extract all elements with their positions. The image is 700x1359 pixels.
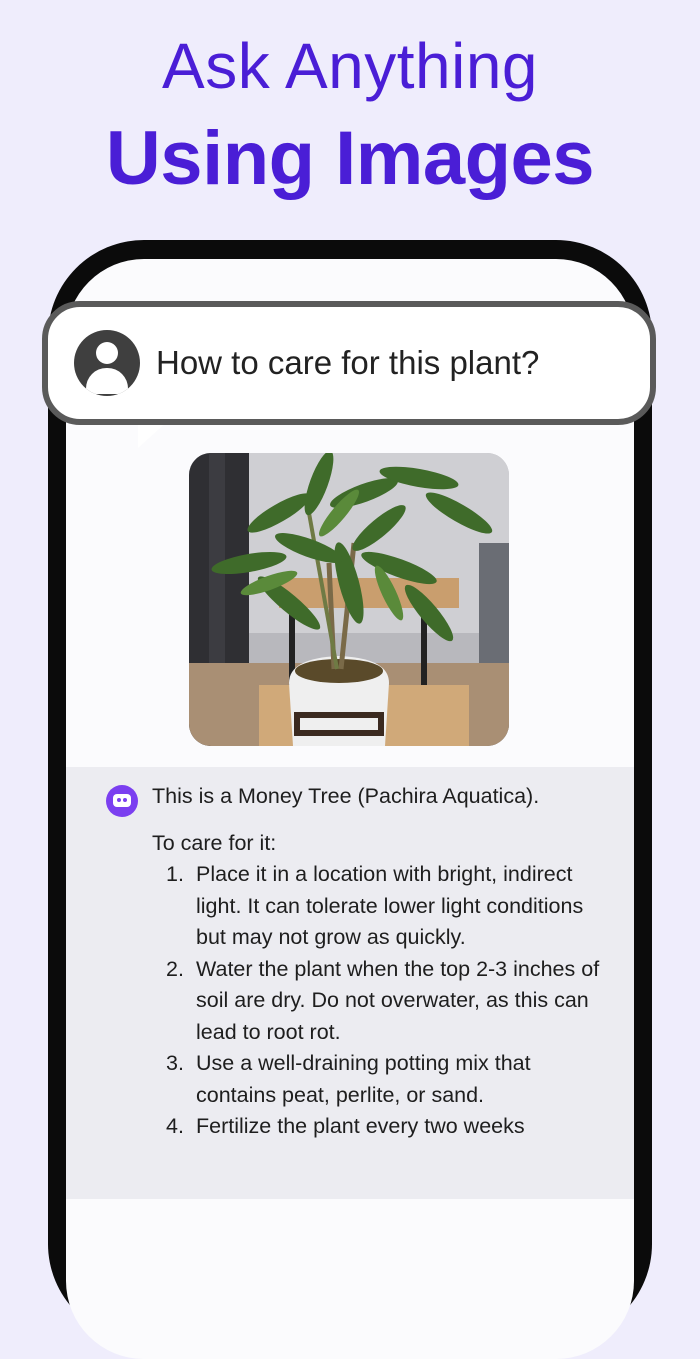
question-text: How to care for this plant?: [156, 344, 540, 381]
step-text: Place it in a location with bright, indi…: [196, 862, 584, 949]
list-item: 1. Place it in a location with bright, in…: [152, 859, 612, 954]
chatbot-icon: [106, 785, 138, 817]
step-number: 2.: [166, 956, 184, 981]
list-item: 4. Fertilize the plant every two weeks: [152, 1111, 612, 1143]
list-item: 3. Use a well-draining potting mix that c…: [152, 1048, 612, 1111]
step-text: Fertilize the plant every two weeks: [196, 1114, 525, 1138]
step-number: 1.: [166, 862, 184, 886]
step-text: Use a well-draining potting mix that con…: [196, 1051, 531, 1107]
plant-photo[interactable]: [189, 453, 509, 746]
step-number: 3.: [166, 1051, 184, 1075]
answer-lead: To care for it:: [152, 830, 277, 855]
question-bubble: How to care for this plant?: [42, 301, 656, 425]
headline-line-2: Using Images: [105, 116, 595, 201]
answer-intro: This is a Money Tree (Pachira Aquatica).: [152, 784, 540, 808]
step-number: 4.: [166, 1114, 184, 1138]
care-steps-list: 1. Place it in a location with bright, in…: [152, 859, 612, 1143]
step-text: Water the plant when the top 2-3 inches …: [196, 956, 600, 1044]
list-item: 2. Water the plant when the top 2-3 inche…: [152, 954, 612, 1049]
headline-line-1: Ask Anything: [162, 30, 538, 102]
user-avatar-icon: [74, 330, 140, 396]
answer-text: This is a Money Tree (Pachira Aquatica).…: [152, 781, 612, 1143]
